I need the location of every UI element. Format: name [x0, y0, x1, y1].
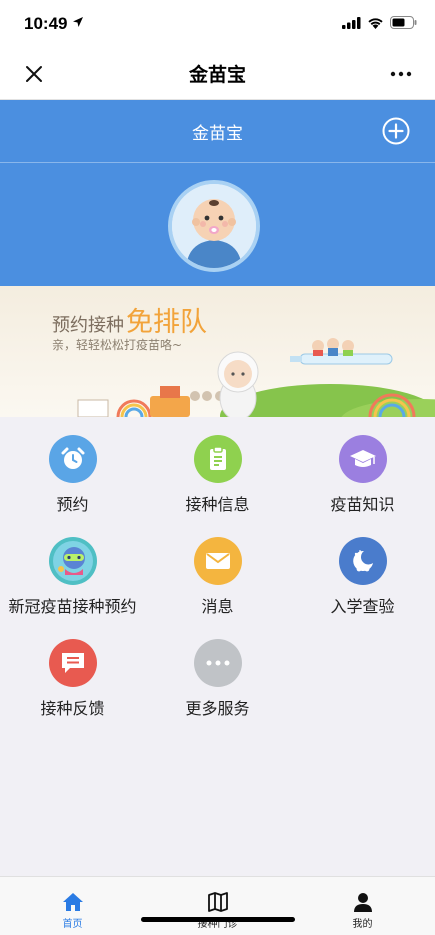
banner-title: 预约接种免排队 [52, 300, 207, 339]
nav-bar: 金苗宝 [0, 48, 435, 100]
banner-title-text: 预约接种 [52, 315, 124, 336]
more-dots-icon [193, 639, 242, 687]
grid-label-school-check: 入学查验 [330, 597, 395, 616]
grid-item-more-services[interactable]: 更多服务 [145, 621, 290, 723]
location-arrow-icon [73, 17, 84, 27]
grid-label-feedback: 接种反馈 [40, 699, 105, 718]
nav-title: 金苗宝 [188, 64, 246, 86]
grid-item-vaccine-knowledge[interactable]: 疫苗知识 [290, 417, 435, 519]
grid-label-vaccine-knowledge: 疫苗知识 [330, 495, 395, 514]
grid-label-covid-appointment: 新冠疫苗接种预约 [8, 597, 137, 616]
promo-banner[interactable]: 预约接种免排队 亲，轻轻松松打疫苗咯~ [0, 286, 435, 417]
tab-clinics[interactable]: 接种门诊 [145, 877, 290, 935]
plus-circle-icon [382, 117, 410, 145]
home-indicator [141, 917, 295, 922]
wifi-icon [368, 17, 383, 29]
grid-label-appointment: 预约 [56, 495, 89, 514]
clipboard-icon [193, 435, 242, 483]
grid-label-messages: 消息 [201, 597, 234, 616]
home-icon [62, 893, 83, 911]
graduation-cap-icon [338, 435, 387, 483]
grid-label-vaccination-info: 接种信息 [185, 495, 250, 514]
more-options-button[interactable] [389, 62, 413, 86]
alarm-clock-icon [48, 435, 97, 483]
status-bar: 10:49 [0, 0, 435, 48]
grid-item-school-check[interactable]: 入学查验 [290, 519, 435, 621]
tab-bar: 首页 接种门诊 我的 [0, 876, 435, 935]
baby-avatar-icon [172, 184, 256, 268]
grid-item-messages[interactable]: 消息 [145, 519, 290, 621]
more-horizontal-icon [390, 71, 412, 77]
banner-title-highlight: 免排队 [126, 307, 207, 338]
tab-home[interactable]: 首页 [0, 877, 145, 935]
envelope-icon [193, 537, 242, 585]
grid-label-more-services: 更多服务 [185, 699, 250, 718]
grid-item-covid-appointment[interactable]: 新冠疫苗接种预约 [0, 519, 145, 621]
header-title-row: 金苗宝 [0, 100, 435, 163]
user-icon [353, 893, 372, 912]
status-time: 10:49 [24, 14, 84, 34]
tab-home-label: 首页 [62, 919, 83, 930]
status-indicators [342, 16, 417, 29]
add-button[interactable] [382, 117, 410, 145]
chat-bubble-icon [48, 639, 97, 687]
grid-item-feedback[interactable]: 接种反馈 [0, 621, 145, 723]
banner-subtitle: 亲，轻轻松松打疫苗咯~ [52, 338, 183, 352]
mascot-icon [48, 537, 97, 585]
signal-icon [342, 16, 361, 29]
tab-mine[interactable]: 我的 [290, 877, 435, 935]
avatar[interactable] [168, 180, 260, 272]
battery-icon [390, 16, 417, 29]
header-title: 金苗宝 [192, 124, 243, 144]
status-time-text: 10:49 [24, 14, 68, 33]
tab-mine-label: 我的 [352, 919, 373, 930]
grid-item-vaccination-info[interactable]: 接种信息 [145, 417, 290, 519]
profile-header: 金苗宝 [0, 100, 435, 286]
map-icon [207, 892, 228, 912]
baby-icon [338, 537, 387, 585]
grid-item-appointment[interactable]: 预约 [0, 417, 145, 519]
